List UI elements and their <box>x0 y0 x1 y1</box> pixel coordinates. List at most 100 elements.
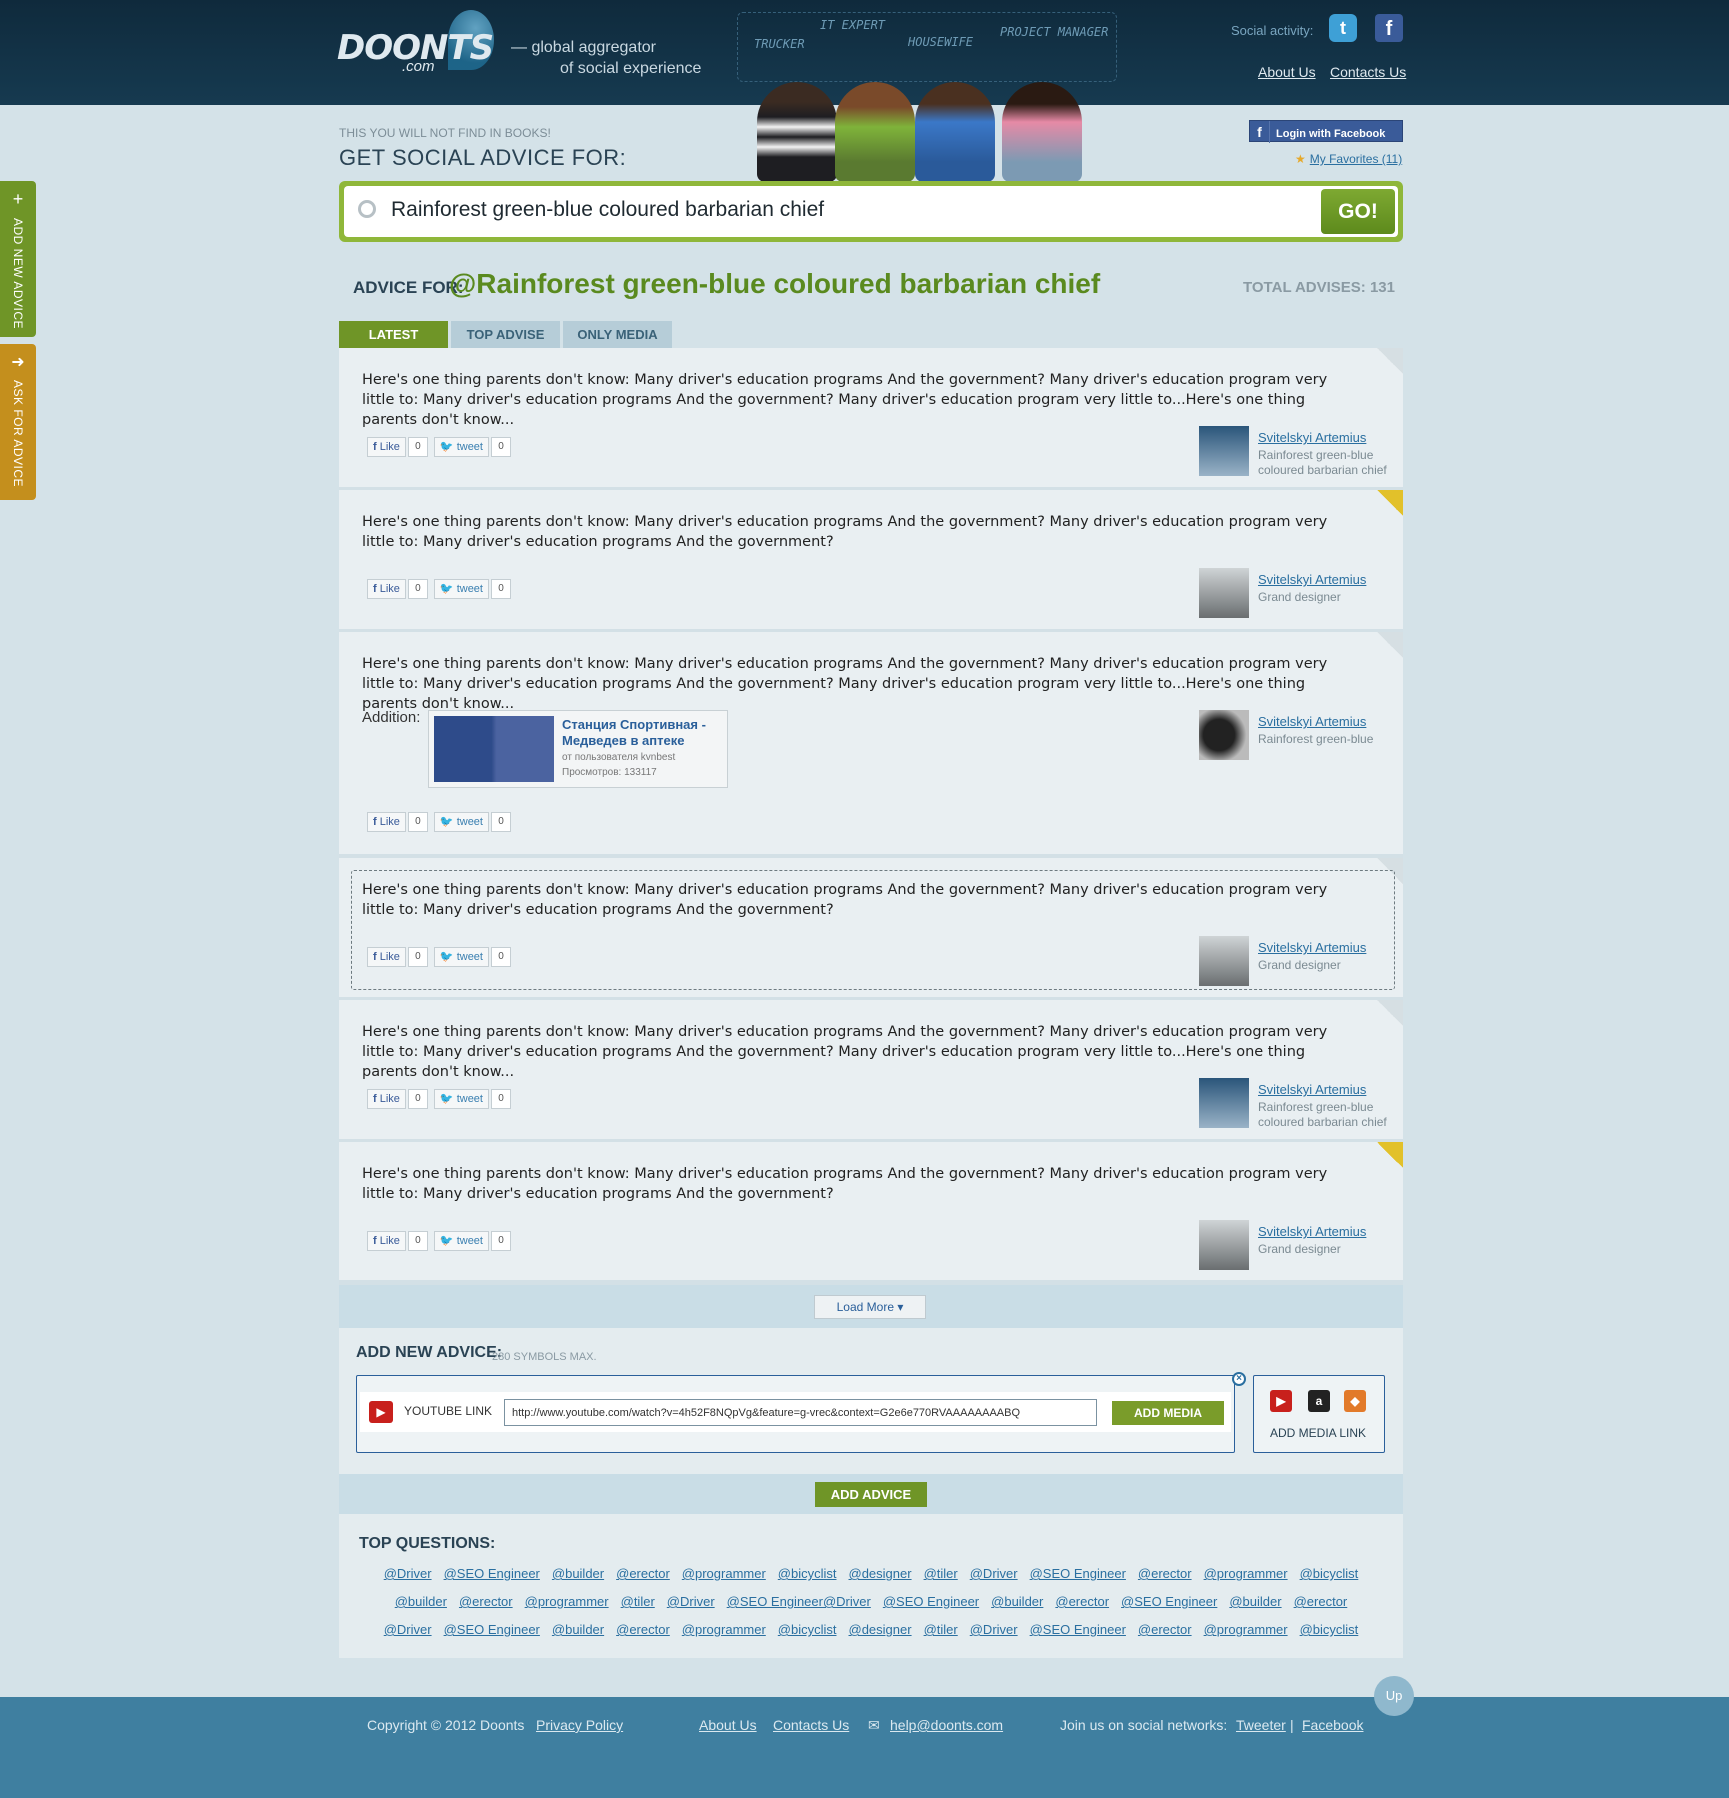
question-tag[interactable]: @erector <box>1055 1594 1109 1609</box>
question-tag[interactable]: @SEO Engineer <box>883 1594 979 1609</box>
side-tab-add-new-advice[interactable]: + ADD NEW ADVICE <box>0 181 36 337</box>
question-tag[interactable]: @SEO Engineer <box>1030 1566 1126 1581</box>
question-tag[interactable]: @Driver <box>970 1566 1018 1581</box>
question-tag[interactable]: @programmer <box>682 1566 766 1581</box>
question-tag[interactable]: @builder <box>552 1566 604 1581</box>
facebook-like-button[interactable]: f Like <box>367 947 406 967</box>
footer-tweeter[interactable]: Tweeter <box>1236 1717 1286 1733</box>
tab-top-advise[interactable]: TOP ADVISE <box>451 321 560 348</box>
twitter-icon[interactable]: t <box>1329 14 1357 42</box>
question-tag[interactable]: @SEO Engineer <box>444 1622 540 1637</box>
question-tag[interactable]: @builder <box>552 1622 604 1637</box>
load-more-button[interactable]: Load More ▾ <box>814 1295 926 1319</box>
question-tag[interactable]: @SEO Engineer <box>1121 1594 1217 1609</box>
slideshare-icon[interactable]: ◆ <box>1344 1390 1366 1412</box>
question-tag[interactable]: @programmer <box>1204 1566 1288 1581</box>
avatar[interactable] <box>1199 710 1249 760</box>
question-tag[interactable]: @SEO Engineer <box>1030 1622 1126 1637</box>
amazon-icon[interactable]: a <box>1308 1390 1330 1412</box>
question-tag[interactable]: @Driver <box>667 1594 715 1609</box>
question-tag[interactable]: @designer <box>849 1622 912 1637</box>
search-input[interactable]: Rainforest green-blue coloured barbarian… <box>391 198 824 222</box>
footer-contacts-us[interactable]: Contacts Us <box>773 1717 849 1733</box>
question-tag[interactable]: @tiler <box>924 1566 958 1581</box>
facebook-like-button[interactable]: f Like <box>367 1231 406 1251</box>
question-tag[interactable]: @bicyclist <box>778 1566 837 1581</box>
nav-about-us[interactable]: About Us <box>1258 64 1316 80</box>
footer-privacy-policy[interactable]: Privacy Policy <box>536 1717 623 1733</box>
question-tag[interactable]: @builder <box>991 1594 1043 1609</box>
favorite-corner-icon[interactable] <box>1377 348 1403 374</box>
question-tag[interactable]: @Driver <box>384 1566 432 1581</box>
question-tag[interactable]: @SEO Engineer@Driver <box>727 1594 871 1609</box>
facebook-like-button[interactable]: f Like <box>367 812 406 832</box>
tab-latest[interactable]: LATEST <box>339 321 448 348</box>
author-name[interactable]: Svitelskyi Artemius <box>1258 430 1366 445</box>
nav-contacts-us[interactable]: Contacts Us <box>1330 64 1406 80</box>
tweet-button[interactable]: 🐦 tweet <box>433 812 489 832</box>
question-tag[interactable]: @SEO Engineer <box>444 1566 540 1581</box>
login-facebook-button[interactable]: f Login with Facebook <box>1249 120 1403 143</box>
add-advice-button[interactable]: ADD ADVICE <box>815 1482 927 1507</box>
search-field[interactable]: Rainforest green-blue coloured barbarian… <box>344 186 1398 237</box>
question-tag[interactable]: @bicyclist <box>1300 1622 1359 1637</box>
youtube-link-input[interactable] <box>504 1399 1097 1426</box>
avatar[interactable] <box>1199 936 1249 986</box>
media-title[interactable]: Станция Спортивная - Медведев в аптеке <box>562 717 722 749</box>
media-card[interactable]: Станция Спортивная - Медведев в аптеке о… <box>428 710 728 788</box>
add-media-link-box[interactable]: ▶ a ◆ ADD MEDIA LINK <box>1253 1375 1385 1453</box>
facebook-icon[interactable]: f <box>1375 14 1403 42</box>
favorite-corner-icon[interactable] <box>1377 632 1403 658</box>
footer-facebook[interactable]: Facebook <box>1302 1717 1363 1733</box>
question-tag[interactable]: @erector <box>1138 1566 1192 1581</box>
footer-email[interactable]: help@doonts.com <box>890 1717 1003 1733</box>
author-name[interactable]: Svitelskyi Artemius <box>1258 1082 1366 1097</box>
facebook-like-button[interactable]: f Like <box>367 1089 406 1109</box>
question-tag[interactable]: @programmer <box>682 1622 766 1637</box>
tweet-button[interactable]: 🐦 tweet <box>433 1089 489 1109</box>
go-button[interactable]: GO! <box>1321 189 1395 234</box>
question-tag[interactable]: @erector <box>1138 1622 1192 1637</box>
question-tag[interactable]: @erector <box>1294 1594 1348 1609</box>
youtube-icon[interactable]: ▶ <box>1270 1390 1292 1412</box>
footer-about-us[interactable]: About Us <box>699 1717 757 1733</box>
avatar[interactable] <box>1199 1220 1249 1270</box>
close-icon[interactable]: × <box>1232 1372 1246 1386</box>
question-tag[interactable]: @builder <box>395 1594 447 1609</box>
question-tag[interactable]: @Driver <box>384 1622 432 1637</box>
tweet-button[interactable]: 🐦 tweet <box>433 1231 489 1251</box>
avatar[interactable] <box>1199 426 1249 476</box>
author-name[interactable]: Svitelskyi Artemius <box>1258 714 1366 729</box>
question-tag[interactable]: @tiler <box>924 1622 958 1637</box>
tweet-button[interactable]: 🐦 tweet <box>433 579 489 599</box>
question-tag[interactable]: @erector <box>616 1566 670 1581</box>
facebook-like-button[interactable]: f Like <box>367 437 406 457</box>
favorite-corner-icon[interactable] <box>1377 1000 1403 1026</box>
question-tag[interactable]: @programmer <box>525 1594 609 1609</box>
video-thumbnail[interactable] <box>434 716 554 782</box>
add-media-button[interactable]: ADD MEDIA <box>1112 1401 1224 1425</box>
question-tag[interactable]: @bicyclist <box>778 1622 837 1637</box>
question-tag[interactable]: @erector <box>616 1622 670 1637</box>
facebook-like-button[interactable]: f Like <box>367 579 406 599</box>
avatar[interactable] <box>1199 568 1249 618</box>
question-tag[interactable]: @bicyclist <box>1300 1566 1359 1581</box>
avatar[interactable] <box>1199 1078 1249 1128</box>
question-tag[interactable]: @designer <box>849 1566 912 1581</box>
question-tag[interactable]: @builder <box>1229 1594 1281 1609</box>
question-tag[interactable]: @tiler <box>621 1594 655 1609</box>
favorite-corner-icon[interactable] <box>1377 490 1403 516</box>
tweet-button[interactable]: 🐦 tweet <box>433 947 489 967</box>
favorite-corner-icon[interactable] <box>1377 1142 1403 1168</box>
author-name[interactable]: Svitelskyi Artemius <box>1258 572 1366 587</box>
side-tab-ask-for-advice[interactable]: ➜ ASK FOR ADVICE <box>0 344 36 500</box>
author-name[interactable]: Svitelskyi Artemius <box>1258 1224 1366 1239</box>
question-tag[interactable]: @erector <box>459 1594 513 1609</box>
author-name[interactable]: Svitelskyi Artemius <box>1258 940 1366 955</box>
tweet-button[interactable]: 🐦 tweet <box>433 437 489 457</box>
question-tag[interactable]: @Driver <box>970 1622 1018 1637</box>
tab-only-media[interactable]: ONLY MEDIA <box>563 321 672 348</box>
my-favorites-link[interactable]: My Favorites (11) <box>1310 152 1402 166</box>
question-tag[interactable]: @programmer <box>1204 1622 1288 1637</box>
scroll-up-button[interactable]: Up <box>1374 1676 1414 1716</box>
